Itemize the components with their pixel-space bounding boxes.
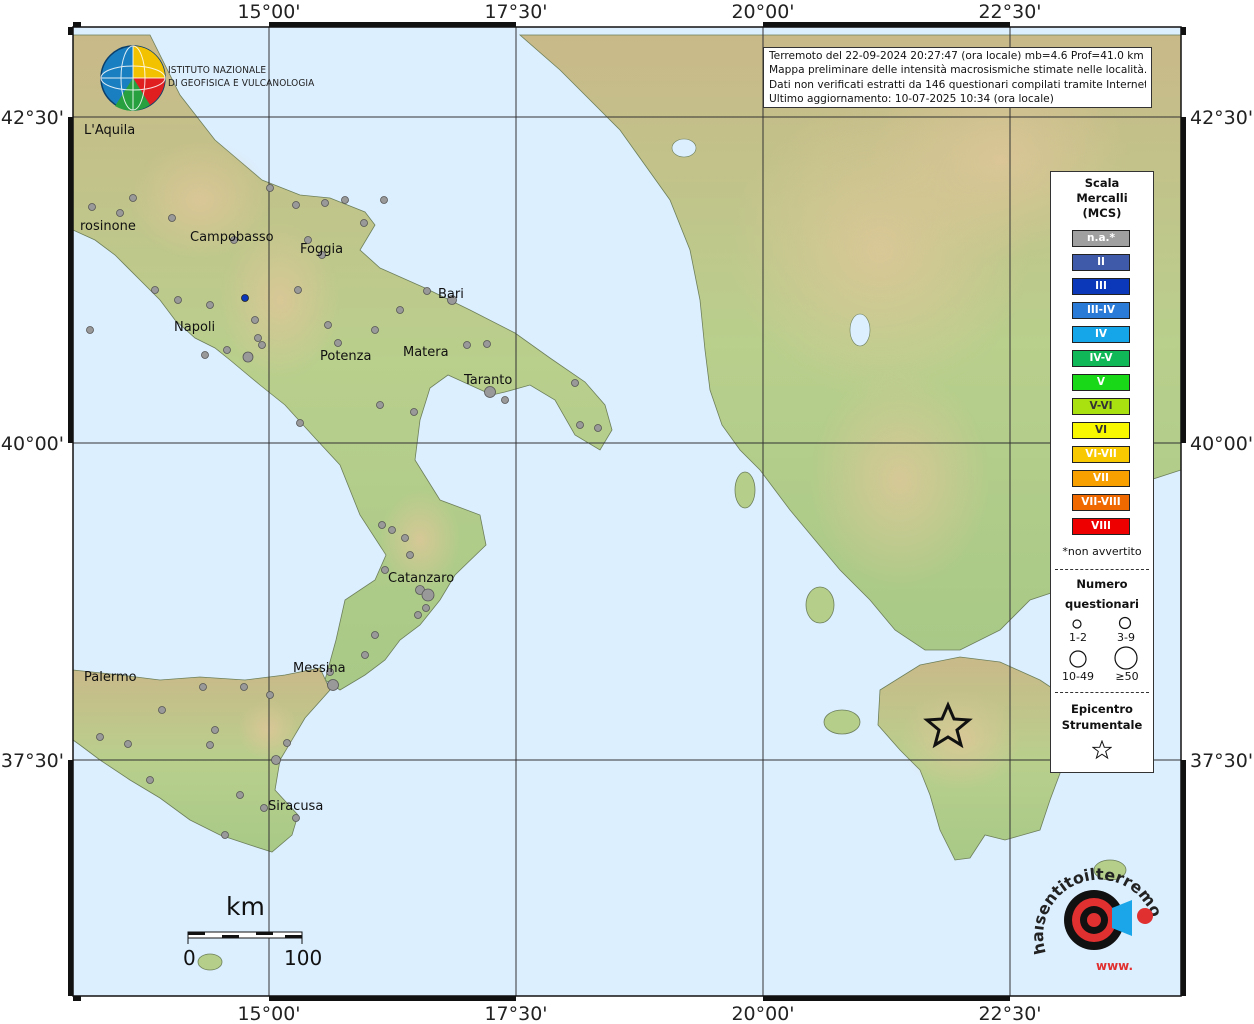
lon-tick-label: 20°00' — [731, 1, 794, 23]
ingv-name-line1: ISTITUTO NAZIONALE — [168, 65, 267, 76]
lat-tick-label: 42°30' — [1190, 107, 1253, 129]
lon-tick-label: 15°00' — [237, 1, 300, 23]
mcs-title-line1: Scala — [1084, 176, 1120, 190]
lat-tick-label: 37°30' — [1, 750, 64, 772]
scale-start: 0 — [183, 946, 196, 970]
star-icon — [1092, 740, 1112, 760]
lon-tick-label: 20°00' — [731, 1003, 794, 1024]
lon-tick-label: 22°30' — [978, 1, 1041, 23]
event-info-line1: Terremoto del 22-09-2024 20:27:47 (ora l… — [769, 50, 1144, 62]
city-label: Taranto — [463, 373, 512, 388]
mcs-class-swatch: III — [1072, 278, 1130, 295]
mcs-class-swatch: V — [1072, 374, 1130, 391]
city-label: Palermo — [84, 670, 137, 685]
mcs-class-swatch: VII-VIII — [1072, 494, 1130, 511]
event-info-line2: Mappa preliminare delle intensità macros… — [769, 64, 1146, 77]
lat-tick-label: 40°00' — [1190, 433, 1253, 455]
mcs-class-swatch: V-VI — [1072, 398, 1130, 415]
mcs-class-swatch: n.a.* — [1072, 230, 1130, 247]
site-logo-www: www. — [1096, 959, 1133, 973]
lon-tick-label: 22°30' — [978, 1003, 1041, 1024]
event-info-line3: Dati non verificati estratti da 146 ques… — [769, 78, 1146, 91]
epicenter-title-line1: Epicentro — [1071, 702, 1133, 716]
city-label: Siracusa — [268, 799, 323, 814]
mcs-class-swatch: IV-V — [1072, 350, 1130, 367]
count-title: Numero questionari — [1051, 574, 1153, 614]
lat-tick-label: 40°00' — [1, 433, 64, 455]
legend-separator — [1055, 569, 1149, 570]
scale-unit: km — [226, 892, 265, 921]
lon-tick-label: 17°30' — [484, 1003, 547, 1024]
not-felt-note: *non avvertito — [1062, 545, 1142, 558]
lake-scutari — [671, 138, 697, 158]
island-zakynthos — [823, 709, 861, 735]
city-label: Napoli — [174, 320, 215, 335]
mcs-class-swatch: III-IV — [1072, 302, 1130, 319]
mcs-title-line3: (MCS) — [1082, 206, 1122, 220]
mcs-class-swatch: VII — [1072, 470, 1130, 487]
mcs-scale-title: Scala Mercalli (MCS) — [1051, 176, 1153, 221]
event-info-line4: Ultimo aggiornamento: 10-07-2025 10:34 (… — [769, 92, 1054, 105]
epicenter-title: Epicentro Strumentale — [1051, 701, 1153, 733]
island-malta — [197, 953, 223, 971]
epicenter-title-line2: Strumentale — [1061, 718, 1143, 732]
city-label: rosinone — [80, 219, 136, 234]
intensity-point-iii — [241, 294, 249, 302]
count-class-1: 1-2 — [1069, 631, 1087, 644]
ingv-name-line2: DI GEOFISICA E VULCANOLOGIA — [168, 78, 315, 89]
mcs-class-swatch: VIII — [1072, 518, 1130, 535]
lon-tick-label: 17°30' — [484, 1, 547, 23]
island-corfu — [734, 471, 756, 509]
city-label: Bari — [438, 287, 464, 302]
event-info-box: Terremoto del 22-09-2024 20:27:47 (ora l… — [763, 47, 1152, 108]
count-title-line2: questionari — [1065, 597, 1139, 611]
haisentito-logo: haisentitoilterremoto.it www. — [1034, 858, 1164, 973]
count-class-3: 10-49 — [1062, 670, 1094, 683]
city-label: Catanzaro — [388, 571, 454, 586]
city-label: Foggia — [300, 242, 343, 257]
legend-panel: Scala Mercalli (MCS) n.a.* II III III-IV IV I… — [1050, 171, 1154, 773]
ingv-name: ISTITUTO NAZIONALE DI GEOFISICA E VULCAN… — [168, 64, 314, 90]
count-class-4: ≥50 — [1115, 670, 1139, 683]
count-title-line1: Numero — [1076, 577, 1128, 591]
mcs-class-swatch: VI-VII — [1072, 446, 1130, 463]
mcs-title-line2: Mercalli — [1076, 191, 1128, 205]
mcs-class-swatch: IV — [1072, 326, 1130, 343]
lake-ohrid — [849, 313, 871, 347]
lat-tick-label: 37°30' — [1190, 750, 1253, 772]
scale-end: 100 — [284, 946, 323, 970]
count-class-2: 3-9 — [1117, 631, 1135, 644]
island-kefalonia — [805, 586, 835, 624]
city-label: Campobasso — [190, 230, 274, 245]
legend-separator-2 — [1055, 692, 1149, 693]
city-label: Potenza — [320, 349, 371, 364]
mcs-class-swatch: II — [1072, 254, 1130, 271]
city-label: Matera — [403, 345, 449, 360]
mcs-class-swatch: VI — [1072, 422, 1130, 439]
lon-tick-label: 15°00' — [237, 1003, 300, 1024]
ingv-logo-icon — [100, 45, 166, 111]
city-label: Messina — [293, 661, 346, 676]
city-label: L'Aquila — [84, 123, 135, 138]
lat-tick-label: 42°30' — [1, 107, 64, 129]
